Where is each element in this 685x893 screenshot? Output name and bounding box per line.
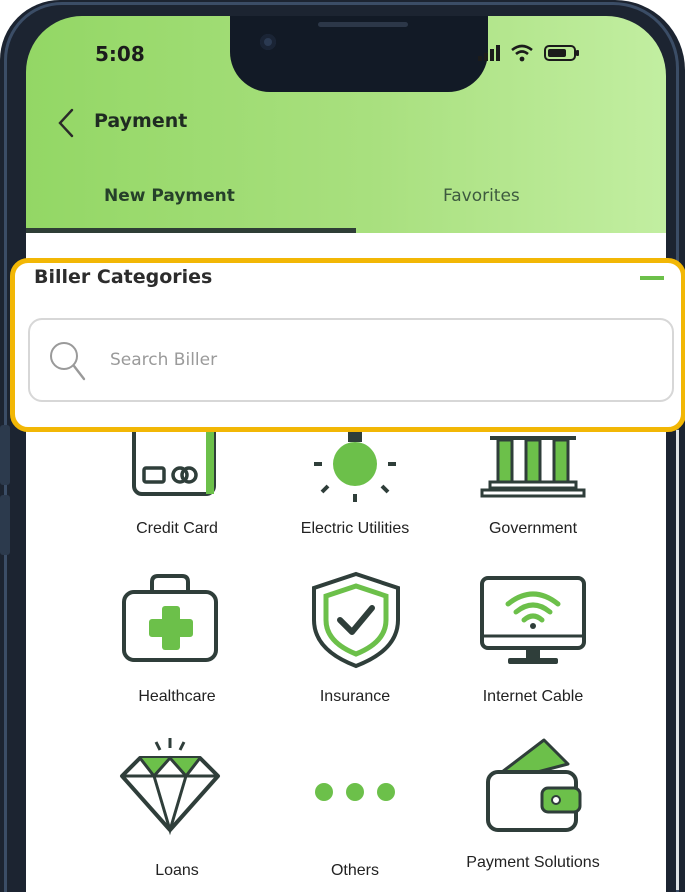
category-label: Payment Solutions — [466, 854, 600, 871]
category-label: Healthcare — [138, 688, 216, 705]
wifi-icon — [511, 44, 533, 62]
status-time: 5:08 — [95, 42, 145, 66]
tab-favorites[interactable]: Favorites — [443, 186, 520, 206]
category-payment-solutions[interactable]: Payment Solutions — [448, 736, 618, 892]
collapse-icon[interactable] — [640, 276, 664, 280]
earpiece-speaker — [318, 22, 408, 27]
category-label: Government — [488, 520, 578, 537]
category-label: Others — [330, 862, 379, 879]
category-credit-card[interactable]: Credit Card — [92, 432, 262, 552]
volume-up-button — [0, 425, 10, 485]
status-icons — [478, 44, 580, 62]
lightbulb-icon — [314, 432, 396, 502]
search-biller-input[interactable]: Search Biller — [28, 318, 674, 402]
category-internet-cable[interactable]: Internet Cable — [448, 570, 618, 720]
credit-card-icon — [132, 432, 216, 496]
government-building-icon — [480, 436, 586, 498]
notch — [230, 16, 488, 92]
medical-kit-icon — [122, 574, 218, 662]
category-electric-utilities[interactable]: Electric Utilities — [270, 432, 440, 552]
category-others[interactable]: Others — [270, 736, 440, 892]
tab-new-payment[interactable]: New Payment — [104, 186, 235, 206]
more-dots-icon — [315, 783, 395, 801]
category-healthcare[interactable]: Healthcare — [92, 570, 262, 720]
category-label: Insurance — [319, 688, 391, 705]
category-loans[interactable]: Loans — [92, 736, 262, 892]
front-camera — [260, 34, 276, 50]
wallet-icon — [486, 738, 582, 832]
scrollbar[interactable] — [676, 430, 679, 890]
monitor-wifi-icon — [480, 576, 586, 664]
category-label: Loans — [155, 862, 199, 879]
volume-down-button — [0, 495, 10, 555]
diamond-icon — [120, 738, 220, 836]
category-government[interactable]: Government — [448, 432, 618, 552]
page-title: Payment — [94, 110, 188, 132]
category-label: Electric Utilities — [300, 520, 410, 537]
category-label: Internet Cable — [482, 688, 584, 705]
search-placeholder: Search Biller — [110, 350, 218, 370]
category-insurance[interactable]: Insurance — [270, 570, 440, 720]
category-label: Credit Card — [136, 520, 218, 537]
shield-check-icon — [312, 571, 400, 669]
signal-icon — [478, 45, 500, 61]
back-chevron-icon[interactable] — [54, 106, 78, 140]
section-title: Biller Categories — [34, 266, 213, 288]
battery-icon — [544, 45, 579, 61]
search-icon — [50, 342, 86, 381]
